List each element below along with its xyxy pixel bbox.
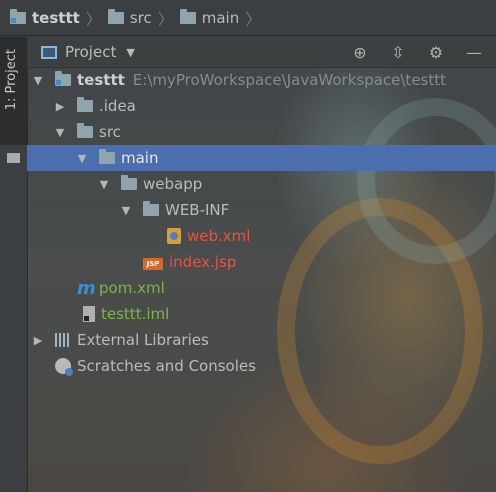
folder-icon [77, 123, 93, 138]
xml-file-icon [167, 228, 181, 244]
expand-arrow-icon[interactable]: ▼ [75, 152, 89, 165]
project-panel-header: Project ▼ ⊕ ⇳ ⚙ — [27, 37, 496, 68]
tree-node-webinf[interactable]: ▼ WEB-INF [27, 197, 496, 223]
library-icon [55, 333, 71, 347]
minimize-icon[interactable]: — [466, 43, 482, 62]
tree-node-iml[interactable]: testtt.iml [27, 301, 496, 327]
tool-window-stripe: 1: Project [0, 37, 28, 492]
tree-node-indexjsp[interactable]: JSP index.jsp [27, 249, 496, 275]
tree-node-idea[interactable]: ▶ .idea [27, 93, 496, 119]
breadcrumb-separator: 〉 [157, 9, 174, 29]
collapse-all-icon[interactable]: ⇳ [390, 43, 406, 62]
expand-arrow-icon[interactable]: ▼ [97, 178, 111, 191]
breadcrumb-separator: 〉 [245, 9, 262, 29]
folder-icon [143, 201, 159, 216]
breadcrumb-item-project[interactable]: testtt [10, 8, 80, 27]
gear-icon[interactable]: ⚙ [428, 43, 444, 62]
breadcrumb-item-src[interactable]: src [107, 8, 152, 27]
maven-icon: m [77, 277, 96, 299]
scratches-icon [55, 358, 73, 376]
tree-node-src[interactable]: ▼ src [27, 119, 496, 145]
tree-node-pom[interactable]: m pom.xml [27, 275, 496, 301]
expand-arrow-icon[interactable]: ▼ [31, 74, 45, 87]
module-folder-icon [55, 71, 71, 86]
web-folder-icon [121, 175, 137, 190]
folder-icon [7, 153, 20, 163]
project-tab-label: 1: Project [4, 49, 19, 111]
module-file-icon [83, 306, 95, 322]
tree-node-root[interactable]: ▼ testtt E:\myProWorkspace\JavaWorkspace… [27, 67, 496, 93]
tree-node-scratches[interactable]: Scratches and Consoles [27, 353, 496, 379]
collapse-arrow-icon[interactable]: ▶ [53, 100, 67, 113]
module-folder-icon [10, 8, 26, 24]
project-view-icon [41, 45, 57, 59]
folder-icon [77, 97, 93, 112]
project-tree: ▼ testtt E:\myProWorkspace\JavaWorkspace… [27, 67, 496, 379]
collapse-arrow-icon[interactable]: ▶ [31, 334, 45, 347]
locate-icon[interactable]: ⊕ [352, 43, 368, 62]
header-toolbar: ⊕ ⇳ ⚙ — [352, 37, 482, 67]
expand-arrow-icon[interactable]: ▼ [53, 126, 67, 139]
folder-icon [179, 8, 196, 24]
tree-node-external-libraries[interactable]: ▶ External Libraries [27, 327, 496, 353]
breadcrumb-item-main[interactable]: main [179, 8, 239, 27]
tree-node-main[interactable]: ▼ main [27, 145, 496, 171]
jsp-file-icon: JSP [143, 258, 163, 270]
folder-icon [107, 8, 124, 24]
project-tool-tab[interactable]: 1: Project [0, 37, 27, 145]
expand-arrow-icon[interactable]: ▼ [119, 204, 133, 217]
panel-title[interactable]: Project [65, 43, 116, 61]
tree-node-webapp[interactable]: ▼ webapp [27, 171, 496, 197]
breadcrumb-separator: 〉 [85, 9, 102, 29]
tree-node-webxml[interactable]: web.xml [27, 223, 496, 249]
chevron-down-icon[interactable]: ▼ [126, 46, 134, 59]
folder-icon [99, 149, 115, 164]
breadcrumb: testtt 〉 src 〉 main 〉 [0, 0, 496, 36]
